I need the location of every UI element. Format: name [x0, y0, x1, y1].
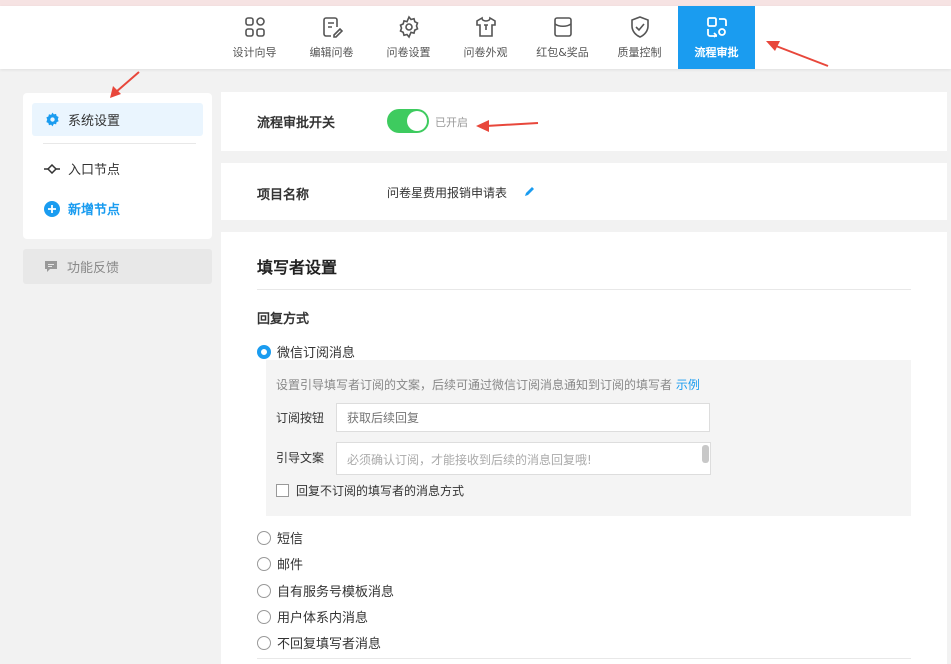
radio-own-service-template[interactable]: 自有服务号模板消息 [257, 581, 394, 600]
approval-toggle[interactable] [387, 109, 429, 133]
tab-bar: 设计向导 编辑问卷 问卷设置 问卷外观 红包&奖品 质量控制 流程审批 [216, 6, 755, 69]
tab-label: 设计向导 [232, 46, 277, 59]
sidebar-item-system-settings[interactable]: 系统设置 [32, 103, 203, 136]
section-title: 填写者设置 [257, 258, 338, 277]
radio-no-reply[interactable]: 不回复填写者消息 [257, 633, 381, 652]
sidebar-item-label: 系统设置 [68, 114, 121, 129]
guide-text-placeholder: 必须确认订阅，才能接收到后续的消息回复哦! [347, 453, 592, 467]
tab-redpacket-prize[interactable]: 红包&奖品 [524, 6, 601, 69]
shirt-icon [475, 16, 496, 37]
radio-button[interactable] [257, 556, 271, 571]
checkbox-label: 回复不订阅的填写者的消息方式 [296, 484, 465, 498]
radio-label: 微信订阅消息 [277, 346, 356, 361]
tab-label: 红包&奖品 [536, 46, 589, 59]
filler-settings-card: 填写者设置 回复方式 微信订阅消息 设置引导填写者订阅的文案，后续可通过微信订阅… [221, 232, 947, 664]
radio-sms[interactable]: 短信 [257, 528, 303, 547]
tab-label: 编辑问卷 [309, 46, 354, 59]
tab-edit-survey[interactable]: 编辑问卷 [293, 6, 370, 69]
tab-design-guide[interactable]: 设计向导 [216, 6, 293, 69]
pencil-icon[interactable] [523, 185, 536, 198]
feedback-label: 功能反馈 [67, 261, 120, 276]
tab-workflow-approval[interactable]: 流程审批 [678, 6, 755, 69]
wechat-desc-text: 设置引导填写者订阅的文案，后续可通过微信订阅消息通知到订阅的填写者 [276, 378, 673, 392]
textarea-scrollbar[interactable] [702, 445, 709, 463]
plus-circle-icon [44, 200, 60, 217]
reply-method-label: 回复方式 [257, 312, 310, 327]
top-toolbar: 设计向导 编辑问卷 问卷设置 问卷外观 红包&奖品 质量控制 流程审批 [0, 6, 951, 69]
radio-email[interactable]: 邮件 [257, 554, 303, 573]
wechat-subscribe-panel: 设置引导填写者订阅的文案，后续可通过微信订阅消息通知到订阅的填写者 示例 订阅按… [266, 360, 911, 516]
example-link[interactable]: 示例 [676, 378, 700, 392]
tab-label: 流程审批 [694, 46, 739, 59]
approval-switch-card: 流程审批开关 已开启 [221, 92, 947, 151]
tab-survey-appearance[interactable]: 问卷外观 [447, 6, 524, 69]
radio-wechat-subscribe[interactable]: 微信订阅消息 [257, 342, 355, 361]
radio-label: 邮件 [277, 558, 304, 573]
project-name-card: 项目名称 问卷星费用报销申请表 [221, 163, 947, 220]
guide-text-label: 引导文案 [276, 451, 325, 465]
wechat-desc: 设置引导填写者订阅的文案，后续可通过微信订阅消息通知到订阅的填写者 示例 [276, 376, 700, 393]
checkbox[interactable] [276, 484, 289, 497]
gear-icon [44, 112, 60, 128]
tab-quality-control[interactable]: 质量控制 [601, 6, 678, 69]
workflow-icon [706, 17, 727, 38]
approval-switch-label: 流程审批开关 [257, 116, 336, 131]
envelope-icon [553, 17, 572, 37]
tab-label: 问卷设置 [386, 46, 431, 59]
tab-survey-settings[interactable]: 问卷设置 [370, 6, 447, 69]
radio-button[interactable] [257, 609, 271, 624]
feedback-button[interactable]: 功能反馈 [23, 249, 212, 284]
sidebar-item-label: 入口节点 [68, 163, 121, 178]
radio-button[interactable] [257, 530, 271, 545]
divider [43, 143, 196, 144]
subscribe-button-label: 订阅按钮 [276, 411, 325, 425]
radio-label: 自有服务号模板消息 [277, 585, 395, 600]
sidebar-item-add-node[interactable]: 新增节点 [32, 192, 203, 225]
guide-text-textarea[interactable]: 必须确认订阅，才能接收到后续的消息回复哦! [336, 442, 711, 475]
tab-label: 质量控制 [617, 46, 662, 59]
chat-icon [44, 260, 58, 273]
sidebar-item-entry-node[interactable]: 入口节点 [32, 152, 203, 185]
toggle-status-text: 已开启 [435, 116, 468, 129]
project-name-label: 项目名称 [257, 188, 310, 203]
tab-label: 问卷外观 [463, 46, 508, 59]
radio-button[interactable] [257, 635, 271, 650]
unsubscribed-reply-checkbox[interactable]: 回复不订阅的填写者的消息方式 [276, 482, 464, 499]
radio-label: 短信 [277, 532, 304, 547]
project-name-value: 问卷星费用报销申请表 [387, 186, 508, 200]
radio-label: 用户体系内消息 [277, 611, 369, 626]
node-icon [44, 161, 60, 177]
sidebar-item-label: 新增节点 [68, 203, 121, 218]
edit-doc-icon [322, 17, 343, 38]
grid-icon [244, 17, 265, 37]
divider [257, 289, 911, 290]
radio-button[interactable] [257, 344, 271, 359]
radio-user-system-message[interactable]: 用户体系内消息 [257, 607, 368, 626]
sidebar: 系统设置 入口节点 新增节点 [23, 93, 212, 239]
divider [257, 658, 911, 659]
subscribe-button-input[interactable] [336, 403, 710, 432]
radio-button[interactable] [257, 583, 271, 598]
radio-label: 不回复填写者消息 [277, 637, 382, 652]
gear-icon [399, 15, 418, 39]
shield-check-icon [630, 16, 649, 38]
